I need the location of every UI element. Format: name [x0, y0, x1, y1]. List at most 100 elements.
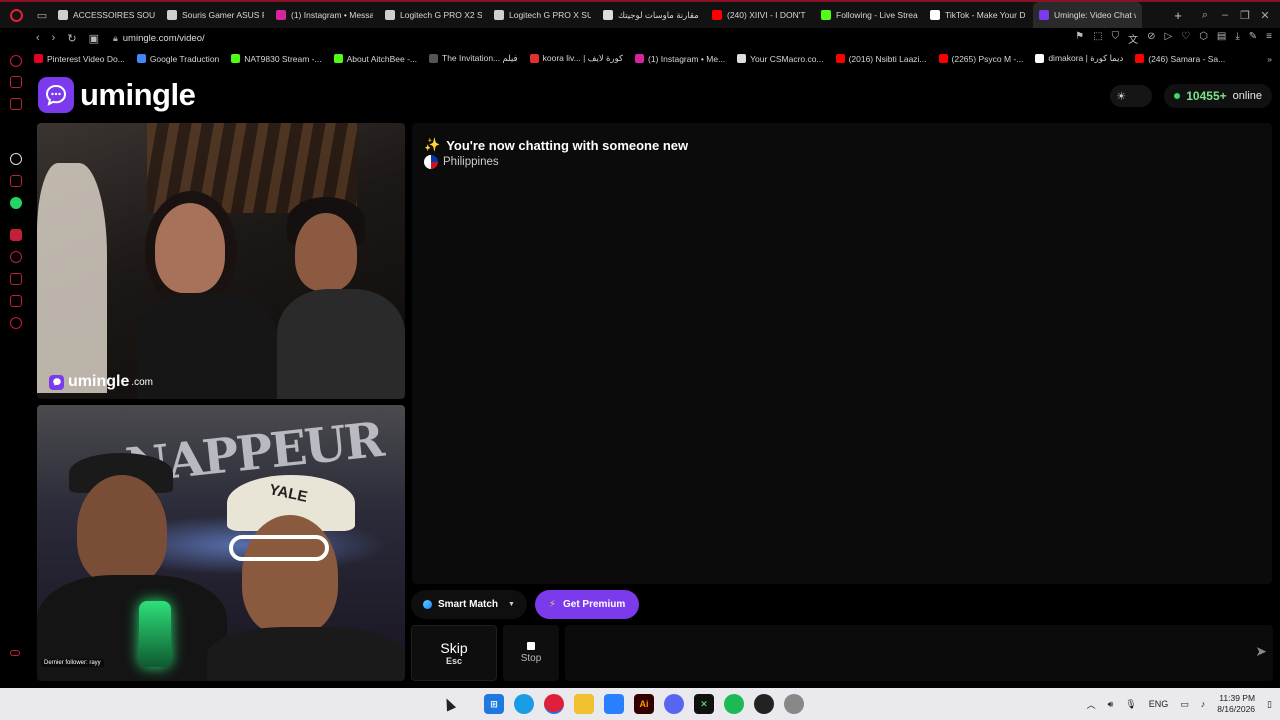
settings-icon[interactable] [784, 694, 804, 714]
bookmark-title: Google Traduction [149, 53, 220, 64]
bookmark-item[interactable]: (1) Instagram • Me... [629, 54, 731, 64]
extensions-icon[interactable]: ⬡ [1199, 31, 1208, 46]
edge-icon[interactable] [514, 694, 534, 714]
screenshot-icon[interactable]: ⬚ [1093, 31, 1102, 46]
opera-logo-icon[interactable] [0, 2, 32, 28]
bookmark-item[interactable]: (2016) Nsibti Laazi... [830, 54, 933, 64]
search-tabs-icon[interactable]: ⌕ [1198, 9, 1212, 22]
tab-favicon-icon [603, 10, 613, 20]
discord-icon[interactable] [664, 694, 684, 714]
whatsapp-sidebar-icon[interactable] [10, 197, 22, 209]
minimize-icon[interactable]: – [1218, 9, 1232, 22]
partner-country: Philippines [424, 155, 499, 169]
volume-icon[interactable]: ♪ [1201, 699, 1206, 709]
bookmark-item[interactable]: (246) Samara - Sa... [1129, 54, 1231, 64]
message-input[interactable] [565, 625, 1273, 681]
music-player-sidebar-icon[interactable] [10, 229, 22, 241]
chatgpt-sidebar-icon[interactable] [10, 153, 22, 165]
maximize-icon[interactable]: ❐ [1238, 9, 1252, 22]
get-premium-button[interactable]: ⚡ Get Premium [534, 590, 640, 619]
menu-icon[interactable]: ≡ [1266, 31, 1272, 46]
downloads-sidebar-icon[interactable] [10, 273, 22, 285]
bookmark-item[interactable]: NAT9830 Stream -... [225, 54, 327, 64]
illustrator-icon[interactable]: Ai [634, 694, 654, 714]
pinboard-sidebar-icon[interactable] [10, 98, 22, 110]
chevron-up-icon[interactable]: ︿ [1087, 698, 1096, 711]
language-indicator[interactable]: ENG [1149, 699, 1169, 709]
file-explorer-icon[interactable] [574, 694, 594, 714]
browser-tab[interactable]: Following - Live Strea [815, 2, 924, 28]
bookmarks-overflow-icon[interactable]: » [1267, 54, 1280, 64]
translate-icon[interactable]: 文 [1128, 31, 1138, 46]
browser-tab[interactable]: ACCESSOIRES SOURI [52, 2, 161, 28]
vpn-icon[interactable]: ⛉ [1112, 31, 1120, 46]
forward-icon[interactable]: › [52, 32, 56, 45]
clock[interactable]: 11:39 PM 8/16/2026 [1217, 693, 1255, 715]
sidebar-setup-icon[interactable] [10, 650, 20, 656]
notification-icon[interactable]: ▯ [1267, 699, 1272, 710]
reload-icon[interactable]: ↻ [67, 32, 76, 45]
stop-button[interactable]: Stop [503, 625, 559, 681]
workspaces-icon[interactable]: ▭ [32, 9, 52, 22]
opera-icon[interactable] [544, 694, 564, 714]
taskbar-apps: ⊞ Ai ✕ [484, 694, 804, 714]
skip-button[interactable]: Skip Esc [411, 625, 497, 681]
browser-tab[interactable]: Souris Gamer ASUS R [161, 2, 270, 28]
messenger-sidebar-icon[interactable] [10, 76, 22, 88]
watermark-domain: .com [131, 376, 154, 388]
capcut-icon[interactable]: ✕ [694, 694, 714, 714]
extensions-sidebar-icon[interactable] [10, 295, 22, 307]
discount-sidebar-icon[interactable] [10, 175, 22, 187]
theme-toggle[interactable]: ☀ [1110, 85, 1153, 107]
browser-tab[interactable]: (240) XIIVI - I DON'T [706, 2, 815, 28]
new-tab-button[interactable]: + [1166, 8, 1190, 23]
tab-title: Umingle: Video Chat w [1054, 10, 1136, 20]
bookmark-favicon-icon [529, 54, 539, 63]
bookmark-title: About AitchBee -... [346, 53, 418, 64]
bookmark-item[interactable]: Pinterest Video Do... [28, 54, 131, 64]
browser-tab[interactable]: TikTok - Make Your D [924, 2, 1033, 28]
aria-ai-icon[interactable]: ✎ [1249, 31, 1257, 46]
bookmark-item[interactable]: (2265) Psyco M -... [933, 54, 1030, 64]
philippines-flag-icon [424, 155, 438, 169]
play-icon[interactable]: ▷ [1164, 31, 1172, 46]
browser-tab[interactable]: (1) Instagram • Messa [270, 2, 379, 28]
history-sidebar-icon[interactable] [10, 251, 22, 263]
smart-match-icon [423, 600, 432, 609]
send-icon[interactable]: ➤ [1255, 643, 1267, 660]
browser-tab[interactable]: Logitech G PRO X2 SU [379, 2, 488, 28]
back-icon[interactable]: ‹ [36, 32, 40, 45]
bookmark-item[interactable]: dimakora | ديما كورة [1029, 53, 1129, 64]
download-icon[interactable]: ⤓ [1235, 31, 1239, 46]
bookmark-favicon-icon [737, 54, 747, 63]
browser-tab[interactable]: Logitech G PRO X SUI [488, 2, 597, 28]
adblock-icon[interactable]: ⊘ [1147, 31, 1155, 46]
network-icon[interactable]: ▭ [1180, 699, 1189, 710]
mic-icon[interactable]: 🎙︎ [1125, 699, 1136, 710]
snapshot-icon[interactable]: ▣ [89, 32, 99, 45]
online-label: online [1232, 90, 1262, 102]
stop-label: Stop [520, 653, 542, 664]
heart-icon[interactable]: ♡ [1181, 31, 1190, 46]
bookmark-item[interactable]: Google Traduction [131, 54, 225, 64]
defender-icon[interactable] [604, 694, 624, 714]
wallet-icon[interactable]: ▤ [1217, 31, 1226, 46]
site-logo[interactable]: umingle [38, 77, 196, 113]
start-menu-icon[interactable]: ⊞ [484, 694, 504, 714]
settings-sidebar-icon[interactable] [10, 317, 22, 329]
browser-tab[interactable]: مقارنة ماوسات لوجيتك [597, 2, 706, 28]
speaker-icon[interactable]: 🔊︎ [1108, 699, 1114, 710]
site-name: umingle [80, 77, 196, 112]
aria-sidebar-icon[interactable] [10, 55, 22, 67]
bookmark-icon[interactable]: ⚑ [1075, 31, 1084, 46]
bookmark-item[interactable]: The Invitation... فيلم [423, 53, 524, 64]
bookmark-item[interactable]: koora liv... | كورة لايف [524, 53, 629, 64]
url-field[interactable]: 🔒︎ umingle.com/video/ [113, 33, 205, 44]
bookmark-item[interactable]: About AitchBee -... [328, 54, 423, 64]
smart-match-dropdown[interactable]: Smart Match ▼ [411, 590, 527, 619]
spotify-icon[interactable] [724, 694, 744, 714]
bookmark-item[interactable]: Your CSMacro.co... [731, 54, 829, 64]
close-icon[interactable]: ✕ [1258, 9, 1272, 22]
browser-tab[interactable]: Umingle: Video Chat w [1033, 2, 1142, 28]
obs-icon[interactable] [754, 694, 774, 714]
